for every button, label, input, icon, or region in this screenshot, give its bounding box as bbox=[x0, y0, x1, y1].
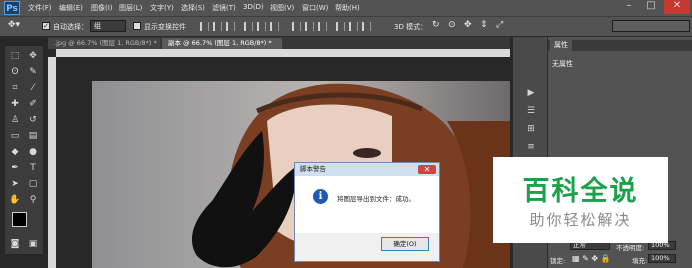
menu-help[interactable]: 帮助(H) bbox=[335, 3, 360, 13]
horizontal-ruler bbox=[56, 49, 510, 57]
fill-input[interactable]: 100% bbox=[648, 254, 676, 263]
pen-tool-icon[interactable]: ✒ bbox=[8, 162, 22, 175]
3d-pan-icon[interactable]: ✥ bbox=[464, 20, 472, 30]
lasso-tool-icon[interactable]: ʘ bbox=[8, 66, 22, 79]
align-left-icon[interactable] bbox=[244, 22, 253, 31]
quick-mask-icon[interactable]: ◙ bbox=[8, 238, 22, 251]
distribute-middle-icon[interactable] bbox=[305, 22, 314, 31]
marquee-tool-icon[interactable]: ⬚ bbox=[8, 50, 22, 63]
show-transform-checkbox[interactable] bbox=[133, 22, 141, 30]
menu-edit[interactable]: 编辑(E) bbox=[59, 3, 83, 13]
tab-document-1[interactable]: .jpg @ 66.7% (图层 1, RGB/8*) * bbox=[48, 38, 160, 49]
properties-header: 属性 bbox=[548, 40, 692, 51]
menu-filter[interactable]: 滤镜(T) bbox=[212, 3, 236, 13]
type-tool-icon[interactable]: T bbox=[26, 162, 40, 175]
fill-label: 填充: bbox=[632, 257, 648, 265]
align-right-icon[interactable] bbox=[270, 22, 279, 31]
eraser-tool-icon[interactable]: ▭ bbox=[8, 130, 22, 143]
quick-select-tool-icon[interactable]: ✎ bbox=[26, 66, 40, 79]
menu-type[interactable]: 文字(Y) bbox=[150, 3, 174, 13]
maximize-icon[interactable]: □ bbox=[642, 0, 660, 14]
dodge-tool-icon[interactable]: ● bbox=[26, 146, 40, 159]
menu-select[interactable]: 选择(S) bbox=[181, 3, 205, 13]
3d-slide-icon[interactable]: ⇕ bbox=[480, 20, 488, 30]
auto-select-label: 自动选择： bbox=[53, 23, 88, 31]
zoom-tool-icon[interactable]: ⚲ bbox=[26, 194, 40, 207]
shape-tool-icon[interactable]: ▢ bbox=[26, 178, 40, 191]
align-bottom-icon[interactable] bbox=[226, 22, 235, 31]
vertical-ruler bbox=[48, 57, 56, 268]
crop-tool-icon[interactable]: ⌗ bbox=[8, 82, 22, 95]
dialog-message: 将图层导出到文件：成功。 bbox=[337, 195, 415, 203]
eyedropper-tool-icon[interactable]: ⁄ bbox=[26, 82, 40, 95]
lock-label: 锁定: bbox=[550, 257, 566, 265]
script-alert-dialog: 脚本警告 ✕ i 将图层导出到文件：成功。 确定(O) bbox=[294, 162, 440, 262]
watermark-subtitle: 助你轻松解决 bbox=[529, 211, 632, 229]
clone-stamp-icon[interactable]: ♙ bbox=[8, 114, 22, 127]
watermark-logo: 百科全说 助你轻松解决 bbox=[493, 157, 668, 243]
brush-tool-icon[interactable]: ✐ bbox=[26, 98, 40, 111]
options-bar: ✥▾ ✓ 自动选择： 组 显示变换控件 3D 模式： ↻ ⊙ ✥ ⇕ ⤢ bbox=[0, 16, 692, 37]
tab-document-2[interactable]: 副本 @ 66.7% (图层 1, RGB/8*) * bbox=[162, 38, 282, 49]
menu-window[interactable]: 窗口(W) bbox=[302, 3, 328, 13]
dialog-body: i 将图层导出到文件：成功。 bbox=[295, 176, 439, 233]
distribute-left-icon[interactable] bbox=[336, 22, 345, 31]
menu-3d[interactable]: 3D(D) bbox=[243, 3, 264, 11]
distribute-bottom-icon[interactable] bbox=[318, 22, 327, 31]
hand-tool-icon[interactable]: ✋ bbox=[8, 194, 22, 207]
tab-properties[interactable]: 属性 bbox=[550, 40, 572, 51]
align-middle-icon[interactable] bbox=[213, 22, 222, 31]
menu-file[interactable]: 文件(F) bbox=[28, 3, 52, 13]
auto-select-dropdown[interactable]: 组 bbox=[90, 20, 126, 32]
gradient-tool-icon[interactable]: ▤ bbox=[26, 130, 40, 143]
align-center-icon[interactable] bbox=[257, 22, 266, 31]
layer-comps-icon[interactable]: ⊞ bbox=[525, 123, 537, 135]
menu-layer[interactable]: 图层(L) bbox=[119, 3, 142, 13]
adjustments-panel-icon[interactable]: ☰ bbox=[525, 105, 537, 117]
menu-bar: Ps 文件(F) 编辑(E) 图像(I) 图层(L) 文字(Y) 选择(S) 滤… bbox=[0, 0, 692, 16]
history-panel-icon[interactable]: ▶ bbox=[525, 87, 537, 99]
move-tool-icon[interactable]: ✥ bbox=[26, 50, 40, 63]
close-icon[interactable]: ✕ bbox=[418, 165, 436, 174]
watermark-title: 百科全说 bbox=[522, 176, 639, 207]
menu-view[interactable]: 视图(V) bbox=[270, 3, 294, 13]
properties-title: 无属性 bbox=[552, 60, 573, 68]
screen-mode-icon[interactable]: ▣ bbox=[26, 238, 40, 251]
minimize-icon[interactable]: – bbox=[620, 0, 638, 14]
opacity-label: 不透明度: bbox=[616, 244, 645, 252]
lock-icons[interactable]: ▦ ✎ ✥ 🔒 bbox=[572, 254, 611, 263]
photoshop-logo: Ps bbox=[4, 1, 20, 15]
document-tabs: .jpg @ 66.7% (图层 1, RGB/8*) * 副本 @ 66.7%… bbox=[48, 37, 510, 49]
history-brush-icon[interactable]: ↺ bbox=[26, 114, 40, 127]
canvas-area[interactable] bbox=[56, 57, 510, 268]
character-panel-icon[interactable]: ≡ bbox=[525, 141, 537, 153]
dialog-title: 脚本警告 bbox=[300, 165, 326, 173]
3d-roll-icon[interactable]: ⊙ bbox=[448, 20, 456, 30]
auto-select-checkbox[interactable]: ✓ bbox=[42, 22, 50, 30]
close-window-icon[interactable]: ✕ bbox=[664, 0, 690, 14]
ok-button[interactable]: 确定(O) bbox=[381, 237, 429, 251]
workspace-dropdown[interactable] bbox=[612, 20, 690, 32]
distribute-center-icon[interactable] bbox=[349, 22, 358, 31]
distribute-right-icon[interactable] bbox=[362, 22, 371, 31]
3d-scale-icon[interactable]: ⤢ bbox=[496, 20, 503, 30]
3d-mode-label: 3D 模式： bbox=[394, 23, 428, 31]
blur-tool-icon[interactable]: ◆ bbox=[8, 146, 22, 159]
show-transform-label: 显示变换控件 bbox=[144, 23, 186, 31]
foreground-color-swatch[interactable] bbox=[12, 212, 27, 227]
toolbox: ⬚ ✥ ʘ ✎ ⌗ ⁄ ✚ ✐ ♙ ↺ ▭ ▤ ◆ ● ✒ T ➤ ▢ ✋ ⚲ … bbox=[4, 45, 44, 255]
dialog-titlebar: 脚本警告 ✕ bbox=[295, 163, 439, 176]
move-tool-icon[interactable]: ✥▾ bbox=[8, 20, 20, 30]
align-top-icon[interactable] bbox=[200, 22, 209, 31]
menu-image[interactable]: 图像(I) bbox=[91, 3, 113, 13]
info-icon: i bbox=[313, 189, 328, 204]
distribute-top-icon[interactable] bbox=[292, 22, 301, 31]
3d-rotate-icon[interactable]: ↻ bbox=[432, 20, 440, 30]
path-select-icon[interactable]: ➤ bbox=[8, 178, 22, 191]
healing-brush-icon[interactable]: ✚ bbox=[8, 98, 22, 111]
